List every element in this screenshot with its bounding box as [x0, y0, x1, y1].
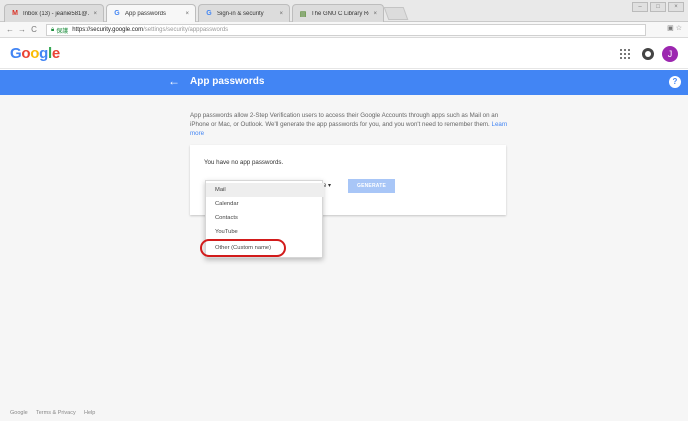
close-window-icon[interactable]: ×: [668, 2, 684, 12]
logo-letter: G: [10, 45, 22, 62]
tab-label: Sign-in & security: [217, 10, 264, 17]
page-header-bar: ← App passwords ?: [0, 70, 688, 95]
lock-icon: 🔒︎: [51, 26, 55, 33]
apps-grid-icon[interactable]: [620, 49, 630, 59]
address-bar: ← → C 🔒︎ 保護 https://security.google.com …: [0, 22, 688, 38]
avatar[interactable]: J: [662, 46, 678, 62]
library-icon: ▤: [299, 10, 307, 18]
dropdown-item-contacts[interactable]: Contacts: [206, 211, 324, 225]
window-controls: – □ ×: [632, 2, 684, 12]
url-input[interactable]: 🔒︎ 保護 https://security.google.com /setti…: [46, 24, 646, 36]
browser-window: M Inbox (13) - jeanie581@... × G App pas…: [0, 0, 688, 421]
reload-icon[interactable]: C: [28, 23, 40, 37]
footer-help-link[interactable]: Help: [84, 410, 95, 416]
generate-button[interactable]: GENERATE: [348, 179, 395, 193]
close-icon[interactable]: ×: [93, 11, 97, 17]
back-icon[interactable]: ←: [4, 23, 16, 37]
help-icon[interactable]: ?: [669, 76, 681, 88]
footer-google: Google: [10, 410, 28, 416]
google-header: Google J: [0, 39, 688, 69]
tab-gnu-library[interactable]: ▤ The GNU C Library Re... ×: [292, 4, 384, 22]
tab-strip: M Inbox (13) - jeanie581@... × G App pas…: [0, 0, 688, 22]
dropdown-arrow-icon: ▾: [328, 183, 332, 189]
footer-terms-link[interactable]: Terms & Privacy: [36, 410, 76, 416]
main-content: App passwords allow 2-Step Verification …: [0, 95, 688, 405]
close-icon[interactable]: ×: [279, 11, 283, 17]
tab-signin-security[interactable]: G Sign-in & security ×: [198, 4, 290, 22]
logo-letter: o: [30, 45, 40, 62]
description-text: App passwords allow 2-Step Verification …: [190, 111, 510, 138]
page-footer: Google Terms & Privacy Help: [0, 405, 688, 421]
gmail-icon: M: [12, 10, 18, 17]
highlight-annotation: [200, 239, 286, 257]
google-logo[interactable]: Google: [10, 45, 60, 62]
extension-icons[interactable]: ▣ ☆: [667, 24, 682, 32]
back-arrow-icon[interactable]: ←: [168, 74, 180, 88]
forward-icon[interactable]: →: [16, 23, 28, 37]
notifications-icon[interactable]: [642, 48, 654, 60]
page-title: App passwords: [190, 76, 265, 87]
dropdown-item-calendar[interactable]: Calendar: [206, 197, 324, 211]
logo-letter: e: [51, 45, 60, 62]
tab-label: Inbox (13) - jeanie581@...: [23, 10, 90, 17]
dropdown-item-youtube[interactable]: YouTube: [206, 225, 324, 239]
close-icon[interactable]: ×: [373, 11, 377, 17]
no-app-passwords-text: You have no app passwords.: [204, 159, 284, 166]
close-icon[interactable]: ×: [185, 11, 189, 17]
dropdown-item-mail[interactable]: Mail: [206, 183, 324, 197]
tab-inbox[interactable]: M Inbox (13) - jeanie581@... ×: [4, 4, 104, 22]
description-body: App passwords allow 2-Step Verification …: [190, 112, 499, 128]
tab-app-passwords[interactable]: G App passwords ×: [106, 4, 196, 22]
google-g-icon: G: [206, 10, 212, 17]
maximize-icon[interactable]: □: [650, 2, 666, 12]
logo-letter: g: [39, 45, 48, 62]
google-g-icon: G: [114, 10, 120, 17]
minimize-icon[interactable]: –: [632, 2, 648, 12]
url-host: https://security.google.com: [72, 27, 144, 33]
new-tab-button[interactable]: [383, 7, 409, 20]
url-path: /settings/security/apppasswords: [143, 27, 229, 33]
tab-label: App passwords: [125, 10, 167, 17]
tab-label: The GNU C Library Re...: [311, 10, 369, 17]
secure-label: 保護: [56, 28, 69, 35]
logo-letter: o: [21, 45, 31, 62]
